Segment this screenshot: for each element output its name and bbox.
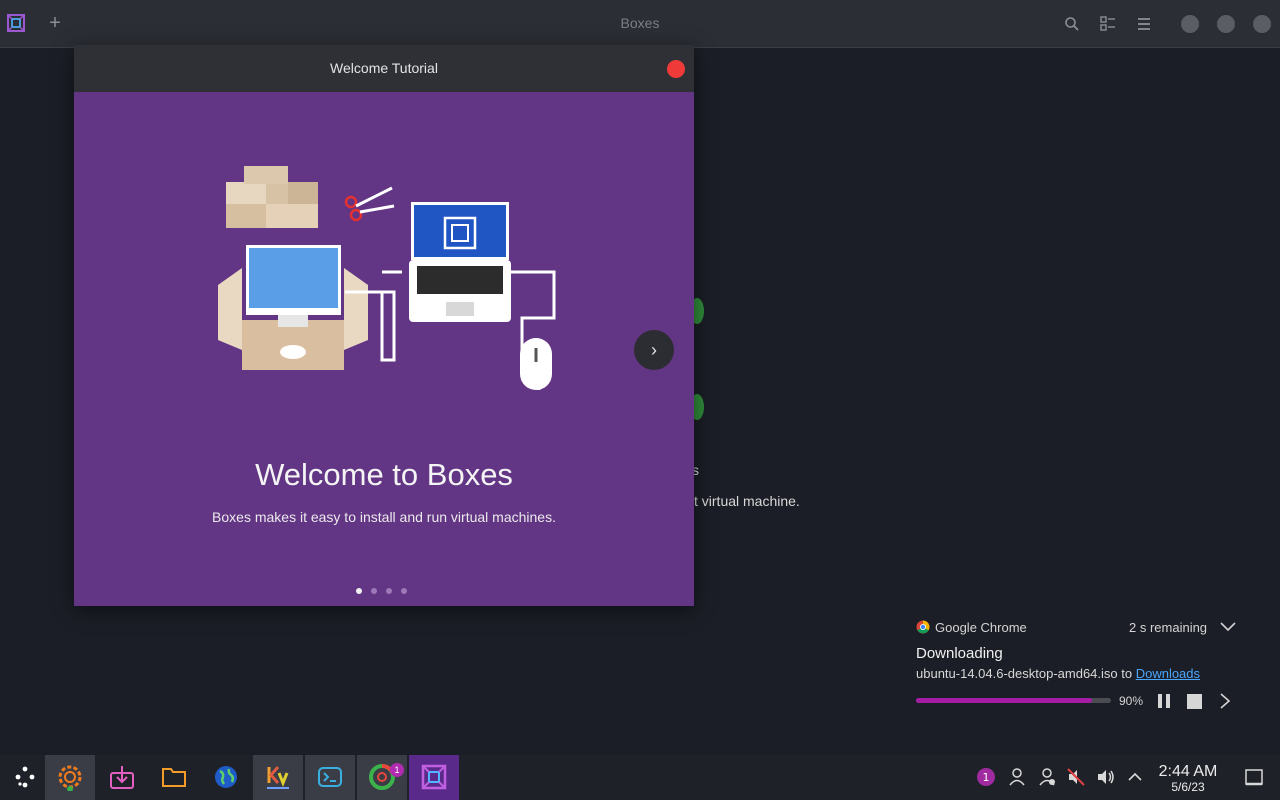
taskbar-file-manager[interactable] bbox=[149, 755, 199, 800]
chrome-icon bbox=[916, 620, 930, 634]
welcome-illustration bbox=[218, 166, 556, 390]
welcome-tutorial-dialog: Welcome Tutorial › Welcome to Boxes Boxe… bbox=[74, 45, 694, 606]
page-dot[interactable] bbox=[371, 588, 377, 594]
window-title: Boxes bbox=[620, 15, 660, 31]
taskbar: 1 2:44 AM 5/6/23 bbox=[0, 755, 1280, 800]
search-icon[interactable] bbox=[1063, 15, 1081, 33]
volume-icon[interactable] bbox=[1096, 767, 1116, 787]
welcome-subtitle: Boxes makes it easy to install and run v… bbox=[212, 509, 556, 525]
taskbar-web-browser[interactable] bbox=[201, 755, 251, 800]
page-dot[interactable] bbox=[401, 588, 407, 594]
taskbar-system-settings[interactable] bbox=[45, 755, 95, 800]
minimize-button[interactable] bbox=[1181, 15, 1199, 33]
clock-time[interactable]: 2:44 AM bbox=[1152, 763, 1224, 781]
chevron-right-icon[interactable] bbox=[1217, 692, 1233, 710]
background-text: t virtual machine. bbox=[694, 493, 800, 509]
select-mode-icon[interactable] bbox=[1099, 15, 1117, 33]
taskbar-boxes[interactable] bbox=[409, 755, 459, 800]
terminal-icon bbox=[318, 767, 342, 787]
notification-body: ubuntu-14.04.6-desktop-amd64.iso to Down… bbox=[916, 666, 1200, 681]
taskbar-terminal[interactable] bbox=[305, 755, 355, 800]
dialog-title: Welcome Tutorial bbox=[330, 60, 438, 76]
menu-icon[interactable] bbox=[1135, 15, 1153, 33]
notification-title: Downloading bbox=[916, 645, 1003, 662]
globe-icon bbox=[215, 766, 237, 788]
welcome-heading: Welcome to Boxes bbox=[255, 457, 513, 492]
speaker-muted-icon[interactable] bbox=[1066, 767, 1086, 787]
download-percent: 90% bbox=[1119, 694, 1144, 708]
download-progress-fill bbox=[916, 698, 1092, 703]
boxes-logo-icon[interactable] bbox=[6, 13, 26, 33]
software-center-icon bbox=[110, 766, 134, 789]
download-filename: ubuntu-14.04.6-desktop-amd64.iso to bbox=[916, 666, 1136, 681]
maximize-button[interactable] bbox=[1217, 15, 1235, 33]
taskbar-kvantum[interactable] bbox=[253, 755, 303, 800]
show-desktop-icon[interactable] bbox=[1244, 767, 1264, 787]
downloads-folder-link[interactable]: Downloads bbox=[1136, 666, 1200, 681]
notification-app-name: Google Chrome bbox=[935, 620, 1027, 635]
time-remaining: 2 s remaining bbox=[1129, 620, 1208, 635]
user-icon[interactable] bbox=[1007, 767, 1027, 787]
pause-icon[interactable] bbox=[1156, 693, 1172, 709]
folder-icon bbox=[162, 768, 186, 787]
chrome-badge: 1 bbox=[390, 763, 404, 777]
launcher-icon bbox=[15, 766, 35, 788]
page-dot[interactable] bbox=[386, 588, 392, 594]
next-page-button[interactable]: › bbox=[634, 330, 674, 370]
tray-badge-count: 1 bbox=[983, 771, 990, 784]
chevron-down-icon[interactable] bbox=[1219, 619, 1237, 635]
boxes-icon bbox=[421, 764, 447, 790]
application-launcher[interactable] bbox=[0, 755, 50, 800]
notification-count-icon[interactable]: 1 bbox=[976, 767, 996, 787]
kvantum-icon bbox=[267, 766, 289, 789]
page-indicator bbox=[356, 587, 416, 595]
chevron-up-icon[interactable] bbox=[1125, 767, 1145, 787]
dialog-close-button[interactable] bbox=[667, 60, 685, 78]
dialog-header: Welcome Tutorial bbox=[74, 45, 694, 92]
app-header-bar: + Boxes bbox=[0, 0, 1280, 48]
taskbar-discover[interactable] bbox=[97, 755, 147, 800]
clock-date[interactable]: 5/6/23 bbox=[1152, 780, 1224, 794]
settings-gear-icon bbox=[58, 765, 82, 791]
close-window-button[interactable] bbox=[1253, 15, 1271, 33]
download-notification: Google Chrome 2 s remaining Downloading … bbox=[906, 612, 1246, 722]
taskbar-google-chrome[interactable] bbox=[357, 755, 407, 800]
user-switch-icon[interactable] bbox=[1037, 767, 1057, 787]
notification-app: Google Chrome bbox=[916, 620, 1027, 635]
stop-icon[interactable] bbox=[1187, 694, 1202, 709]
download-progress-bar bbox=[916, 698, 1111, 703]
add-box-button[interactable]: + bbox=[46, 12, 64, 34]
page-dot-active[interactable] bbox=[356, 588, 362, 594]
